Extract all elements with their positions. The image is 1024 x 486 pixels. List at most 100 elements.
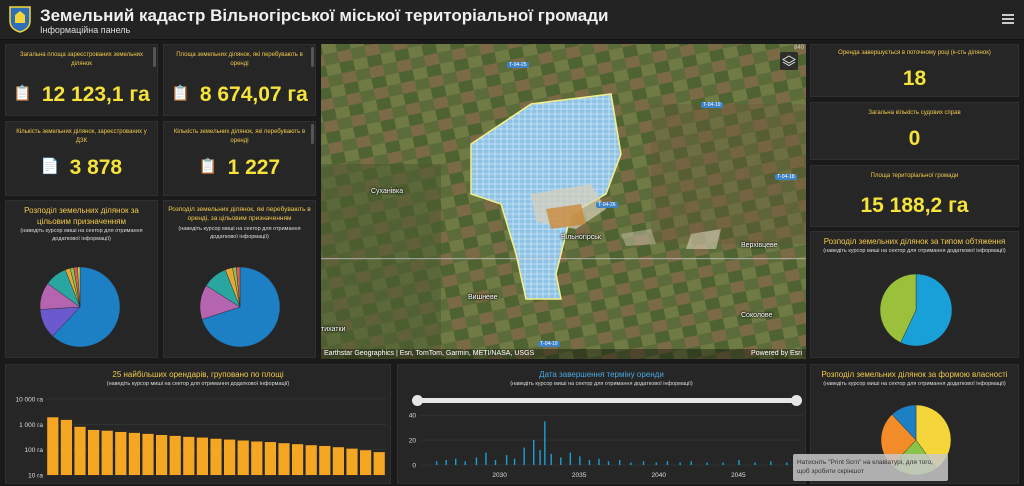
bar[interactable] [74, 426, 86, 475]
kpi-lease-area-card: Площа земельних ділянок, які перебувають… [163, 44, 316, 116]
scrollbar[interactable] [153, 47, 156, 67]
bar[interactable] [560, 457, 562, 465]
bar[interactable] [319, 445, 331, 475]
encumbrance-pie-chart[interactable] [880, 274, 952, 346]
bar[interactable] [115, 431, 127, 475]
x-tick-label: 2035 [572, 472, 587, 479]
bar[interactable] [445, 460, 447, 465]
bar[interactable] [722, 462, 724, 465]
bar[interactable] [224, 439, 236, 475]
y-tick-label: 100 га [25, 447, 44, 454]
map-scale-label: 840 [793, 45, 804, 51]
y-tick-label: 1 000 га [19, 422, 43, 429]
bar[interactable] [513, 458, 516, 465]
bar[interactable] [754, 462, 756, 465]
bar[interactable] [770, 461, 772, 465]
scrollbar[interactable] [311, 47, 314, 67]
purpose-pie-chart[interactable] [40, 267, 120, 347]
bar[interactable] [156, 434, 168, 475]
app-header: Земельний кадастр Вільногірської міської… [0, 0, 1024, 40]
bar[interactable] [264, 442, 276, 475]
bar[interactable] [237, 440, 249, 475]
bar[interactable] [475, 457, 478, 465]
bar[interactable] [505, 455, 508, 465]
range-slider-track[interactable] [416, 398, 798, 403]
hamburger-menu-icon[interactable] [1002, 14, 1014, 24]
kpi-lease-ending-card: Оренда завершується в поточному році (к-… [810, 44, 1019, 97]
chart-title: Розподіл земельних ділянок за формою вла… [821, 370, 1008, 379]
road-label: Т-04-26 [596, 202, 618, 208]
bar[interactable] [128, 432, 140, 475]
bar[interactable] [618, 460, 621, 465]
kpi-label: Загальна кількість судових справ [868, 110, 961, 116]
powered-by-text[interactable]: Powered by Esri [751, 350, 802, 357]
bar[interactable] [523, 447, 525, 465]
bar[interactable] [196, 437, 208, 475]
chart-hint: (наведіть курсор миші на сектор для отри… [510, 381, 693, 387]
bar[interactable] [588, 460, 591, 465]
bar[interactable] [598, 458, 600, 465]
bar[interactable] [101, 430, 113, 475]
lease-end-histogram[interactable]: 40 20 0 2030 2035 2040 2045 [398, 405, 805, 483]
chart-title: Дата завершення терміну оренди [539, 370, 664, 379]
bar[interactable] [88, 429, 100, 475]
bar[interactable] [464, 461, 466, 465]
bar[interactable] [494, 460, 497, 465]
bar[interactable] [47, 417, 59, 475]
bar[interactable] [435, 461, 438, 465]
bar[interactable] [579, 456, 581, 465]
map-view[interactable]: Вільногірськ Суханівка Вишневе Верхівцев… [321, 44, 806, 359]
bar[interactable] [373, 452, 385, 475]
bar[interactable] [305, 445, 317, 475]
bar[interactable] [539, 450, 541, 465]
bar[interactable] [630, 462, 632, 465]
bar[interactable] [278, 443, 290, 475]
x-tick-label: 2045 [731, 472, 746, 479]
layers-icon[interactable] [780, 52, 798, 70]
scrollbar[interactable] [311, 124, 314, 144]
kpi-label: Площа земельних ділянок, які перебувають… [176, 52, 303, 67]
bar[interactable] [706, 462, 708, 465]
kpi-label: Площа територіальної громади [870, 173, 959, 179]
chart-title: Розподіл земельних ділянок за типом обтя… [823, 237, 1006, 246]
map-village-label: Вишневе [468, 294, 498, 301]
bar[interactable] [679, 462, 681, 465]
bar[interactable] [60, 419, 72, 475]
bar[interactable] [332, 447, 344, 475]
bar[interactable] [169, 435, 181, 475]
top-tenants-bar-chart[interactable]: 10 000 га 1 000 га 100 га 10 га [6, 393, 390, 483]
bar[interactable] [786, 462, 788, 465]
satellite-map[interactable] [321, 44, 806, 359]
y-tick-label: 20 [409, 438, 417, 445]
bar[interactable] [533, 440, 535, 465]
kpi-value: 15 188,2 га [860, 194, 969, 217]
bar[interactable] [544, 421, 546, 465]
bar[interactable] [655, 462, 657, 465]
bar[interactable] [142, 433, 154, 475]
kpi-community-area-card: Площа територіальної громади 15 188,2 га [810, 165, 1019, 227]
app-title: Земельний кадастр Вільногірської міської… [40, 6, 609, 25]
bar[interactable] [210, 438, 222, 475]
bar[interactable] [569, 452, 572, 465]
y-tick-label: 0 [412, 463, 416, 470]
bar[interactable] [690, 461, 692, 465]
bar[interactable] [183, 436, 195, 475]
kpi-total-area-card: Загальна площа зареєстрованих земельних … [5, 44, 158, 116]
kpi-label: Оренда завершується в поточному році (к-… [838, 50, 991, 56]
clipboard-icon: 📋 [171, 85, 190, 102]
kpi-value-row: 📋 8 674,07 га [164, 83, 315, 107]
bar[interactable] [550, 453, 552, 465]
bar[interactable] [738, 460, 740, 465]
lease-purpose-pie-chart[interactable] [200, 267, 280, 347]
bar[interactable] [346, 448, 358, 475]
x-tick-label: 2040 [652, 472, 667, 479]
bar[interactable] [642, 461, 645, 465]
kpi-value: 1 227 [227, 156, 281, 179]
bar[interactable] [455, 458, 457, 465]
bar[interactable] [360, 450, 372, 475]
bar[interactable] [666, 461, 669, 465]
bar[interactable] [485, 452, 487, 465]
bar[interactable] [607, 461, 610, 465]
bar[interactable] [251, 441, 263, 475]
bar[interactable] [292, 444, 304, 475]
